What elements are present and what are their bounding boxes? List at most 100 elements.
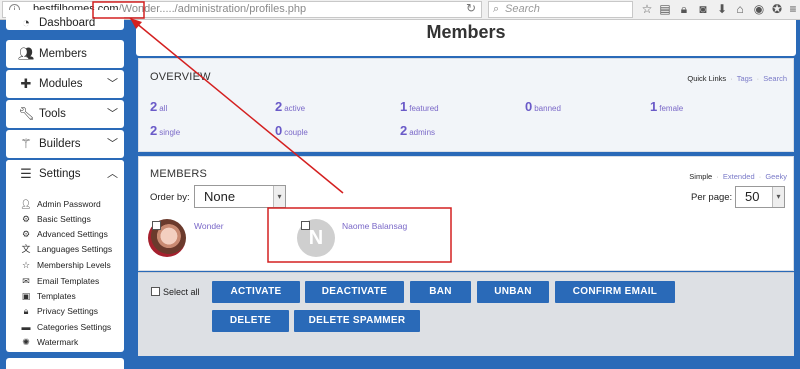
magic-wand-icon: ⚚	[20, 136, 32, 151]
settings-sub-membership[interactable]: ☆ Membership Levels	[20, 258, 111, 273]
settings-sub-watermark[interactable]: ✺ Watermark	[20, 335, 78, 350]
page-header: Members	[136, 20, 796, 56]
menu-icon[interactable]: ≡	[786, 2, 800, 16]
stat-active[interactable]: 2 active	[275, 99, 305, 114]
stat-label: female	[659, 104, 684, 113]
quick-links: Quick Links · Tags · Search	[687, 74, 787, 83]
link-separator: ·	[716, 172, 719, 181]
picture-icon: ▣	[21, 291, 31, 301]
dashboard-icon: ◔	[22, 15, 30, 30]
unban-button[interactable]: UNBAN	[477, 281, 549, 303]
user-icon: 👤︎	[20, 199, 32, 209]
browser-search-input[interactable]: ⌕ Search	[488, 1, 633, 18]
pocket-icon[interactable]: ◙	[696, 2, 710, 16]
sidebar-item-dashboard[interactable]: ◔ Dashboard	[6, 10, 124, 30]
extension-icon[interactable]: ◉	[752, 2, 766, 16]
star-icon[interactable]: ☆	[640, 2, 654, 16]
stat-single[interactable]: 2 single	[150, 123, 180, 138]
view-geeky[interactable]: Geeky	[765, 172, 787, 181]
stat-couple[interactable]: 0 couple	[275, 123, 308, 138]
sidebar-item-label: Members	[39, 48, 87, 60]
select-all-label: Select all	[163, 287, 200, 297]
stat-number: 0	[525, 99, 533, 114]
order-by-select[interactable]: None ▾	[194, 185, 286, 208]
sidebar-item-label: Settings	[39, 168, 81, 180]
view-simple[interactable]: Simple	[689, 172, 712, 181]
reload-icon[interactable]: ↻	[466, 1, 476, 15]
star-icon: ☆	[21, 260, 31, 270]
stat-label: active	[284, 104, 306, 113]
settings-sub-templates[interactable]: ▣ Templates	[20, 289, 76, 304]
chevron-down-icon: ▾	[772, 187, 784, 207]
activate-button[interactable]: ACTIVATE	[212, 281, 300, 303]
stat-label: couple	[284, 128, 308, 137]
tags-link[interactable]: Tags	[737, 74, 753, 83]
deactivate-button[interactable]: DEACTIVATE	[305, 281, 404, 303]
per-page-label: Per page:	[691, 192, 733, 203]
delete-spammer-button[interactable]: DELETE SPAMMER	[294, 310, 420, 332]
page-title: Members	[426, 22, 506, 42]
search-link[interactable]: Search	[763, 74, 787, 83]
settings-sub-label: Languages Settings	[37, 244, 113, 254]
view-extended[interactable]: Extended	[723, 172, 755, 181]
stat-number: 0	[275, 123, 283, 138]
link-separator: ·	[730, 74, 733, 83]
sidebar-item-builders[interactable]: ⚚ Builders ﹀	[6, 130, 124, 158]
overview-panel: OVERVIEW Quick Links · Tags · Search 2 al…	[138, 58, 794, 152]
folder-icon: ▬	[21, 322, 31, 332]
download-icon[interactable]: ⬇	[715, 2, 729, 16]
settings-sub-email-templates[interactable]: ✉ Email Templates	[20, 274, 99, 289]
settings-sub-privacy[interactable]: 🔒︎ Privacy Settings	[20, 304, 98, 319]
settings-sub-advanced[interactable]: ⚙ Advanced Settings	[20, 227, 108, 242]
member-name[interactable]: Wonder	[194, 221, 224, 231]
members-panel: MEMBERS Simple · Extended · Geeky Order …	[138, 156, 794, 271]
per-page-value: 50	[745, 189, 760, 204]
sync-icon[interactable]: ✪	[770, 2, 784, 16]
lock-icon: 🔒︎	[23, 306, 29, 316]
select-all[interactable]: Select all	[151, 287, 200, 297]
sidebar-item-settings[interactable]: ☰ Settings ︿	[6, 160, 124, 188]
sidebar-item-members[interactable]: 👥︎ Members	[6, 40, 124, 68]
gear-icon: ⚙	[21, 214, 31, 224]
stat-female[interactable]: 1 female	[650, 99, 683, 114]
sidebar-item-tools[interactable]: 🔧︎ Tools ﹀	[6, 100, 124, 128]
stat-featured[interactable]: 1 featured	[400, 99, 439, 114]
url-path: /Wonder...../administration/profiles.php	[118, 3, 307, 15]
sidebar-item-modules[interactable]: ✚ Modules ﹀	[6, 70, 124, 98]
clipboard-icon[interactable]: ▤	[658, 2, 672, 16]
stat-label: all	[159, 104, 168, 113]
settings-sub-categories[interactable]: ▬ Categories Settings	[20, 320, 112, 335]
select-all-checkbox[interactable]	[151, 287, 160, 296]
wrench-icon: 🔧︎	[18, 106, 35, 121]
main-content: Members OVERVIEW Quick Links · Tags · Se…	[136, 20, 800, 369]
home-icon[interactable]: ⌂	[733, 2, 747, 16]
bulk-actions-bar: Select all ACTIVATE DEACTIVATE BAN UNBAN…	[138, 272, 794, 356]
per-page-select[interactable]: 50 ▾	[735, 186, 785, 208]
settings-sub-basic[interactable]: ⚙ Basic Settings	[20, 212, 91, 227]
stat-banned[interactable]: 0 banned	[525, 99, 561, 114]
order-by-label: Order by:	[150, 192, 190, 203]
stat-admins[interactable]: 2 admins	[400, 123, 435, 138]
ban-button[interactable]: BAN	[410, 281, 471, 303]
members-title: MEMBERS	[150, 168, 208, 180]
settings-sub-label: Admin Password	[37, 199, 101, 209]
puzzle-icon: ✚	[20, 76, 32, 91]
settings-sub-admin-password[interactable]: 👤︎ Admin Password	[20, 197, 101, 212]
sidebar-item-label: Builders	[39, 138, 81, 150]
settings-sub-label: Categories Settings	[37, 322, 112, 332]
sidebar-item-next[interactable]	[6, 358, 124, 369]
member-checkbox[interactable]	[301, 221, 310, 230]
member-name[interactable]: Naome Balansag	[342, 221, 407, 231]
stat-all[interactable]: 2 all	[150, 99, 167, 114]
language-icon: 文	[21, 244, 31, 254]
lock-icon[interactable]: 🔒︎	[677, 2, 691, 16]
delete-button[interactable]: DELETE	[212, 310, 289, 332]
stat-number: 2	[275, 99, 283, 114]
envelope-icon: ✉	[22, 276, 30, 286]
confirm-email-button[interactable]: CONFIRM EMAIL	[555, 281, 675, 303]
settings-sub-label: Advanced Settings	[37, 229, 108, 239]
users-icon: 👥︎	[18, 46, 35, 61]
link-separator: ·	[758, 172, 762, 181]
settings-sub-languages[interactable]: 文 Languages Settings	[20, 242, 112, 257]
member-checkbox[interactable]	[152, 221, 161, 230]
